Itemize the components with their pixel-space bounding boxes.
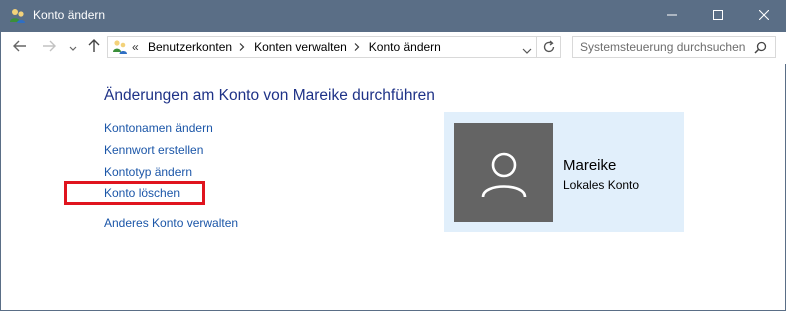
minimize-icon: [667, 7, 677, 25]
change-account-type-link[interactable]: Kontotyp ändern: [104, 165, 192, 179]
back-button[interactable]: [12, 40, 28, 56]
user-accounts-icon: [9, 8, 27, 24]
address-dropdown-icon[interactable]: [522, 42, 532, 60]
maximize-button[interactable]: [695, 0, 741, 32]
chevron-right-icon[interactable]: [354, 42, 362, 54]
create-password-link[interactable]: Kennwort erstellen: [104, 143, 203, 157]
user-icon: [481, 152, 527, 203]
address-divider: [536, 37, 537, 57]
window: Konto ändern « Benutzerkonten Konten ver…: [0, 0, 786, 311]
back-arrow-icon: [13, 39, 27, 57]
avatar: [454, 123, 553, 222]
breadcrumb-item[interactable]: Benutzerkonten: [148, 40, 232, 54]
manage-other-account-link[interactable]: Anderes Konto verwalten: [104, 216, 238, 230]
search-icon[interactable]: [754, 41, 767, 59]
page-title: Änderungen am Konto von Mareike durchfüh…: [104, 87, 435, 104]
close-icon: [758, 7, 770, 25]
breadcrumb-item[interactable]: Konto ändern: [369, 40, 441, 54]
control-panel-icon: [112, 39, 128, 60]
close-button[interactable]: [741, 0, 786, 32]
search-box[interactable]: Systemsteuerung durchsuchen: [572, 36, 776, 58]
breadcrumb-overflow[interactable]: «: [132, 40, 139, 54]
up-button[interactable]: [86, 38, 102, 58]
up-arrow-icon: [88, 38, 100, 58]
chevron-down-icon: [69, 39, 77, 57]
search-placeholder[interactable]: Systemsteuerung durchsuchen: [580, 40, 745, 54]
forward-button[interactable]: [41, 40, 57, 56]
account-card: Mareike Lokales Konto: [444, 112, 684, 232]
minimize-button[interactable]: [649, 0, 695, 32]
breadcrumb-item[interactable]: Konten verwalten: [254, 40, 347, 54]
account-name: Mareike: [563, 157, 617, 174]
chevron-right-icon[interactable]: [239, 42, 247, 54]
refresh-icon[interactable]: [542, 40, 556, 59]
title-bar[interactable]: Konto ändern: [1, 0, 786, 32]
recent-locations-button[interactable]: [65, 40, 81, 56]
highlight-box: [64, 181, 205, 205]
window-title: Konto ändern: [33, 8, 106, 22]
rename-account-link[interactable]: Kontonamen ändern: [104, 121, 213, 135]
breadcrumb: Benutzerkonten Konten verwalten Konto än…: [148, 40, 441, 54]
account-type: Lokales Konto: [563, 178, 640, 192]
maximize-icon: [713, 7, 723, 25]
forward-arrow-icon: [42, 39, 56, 57]
address-bar[interactable]: « Benutzerkonten Konten verwalten Konto …: [107, 36, 561, 58]
